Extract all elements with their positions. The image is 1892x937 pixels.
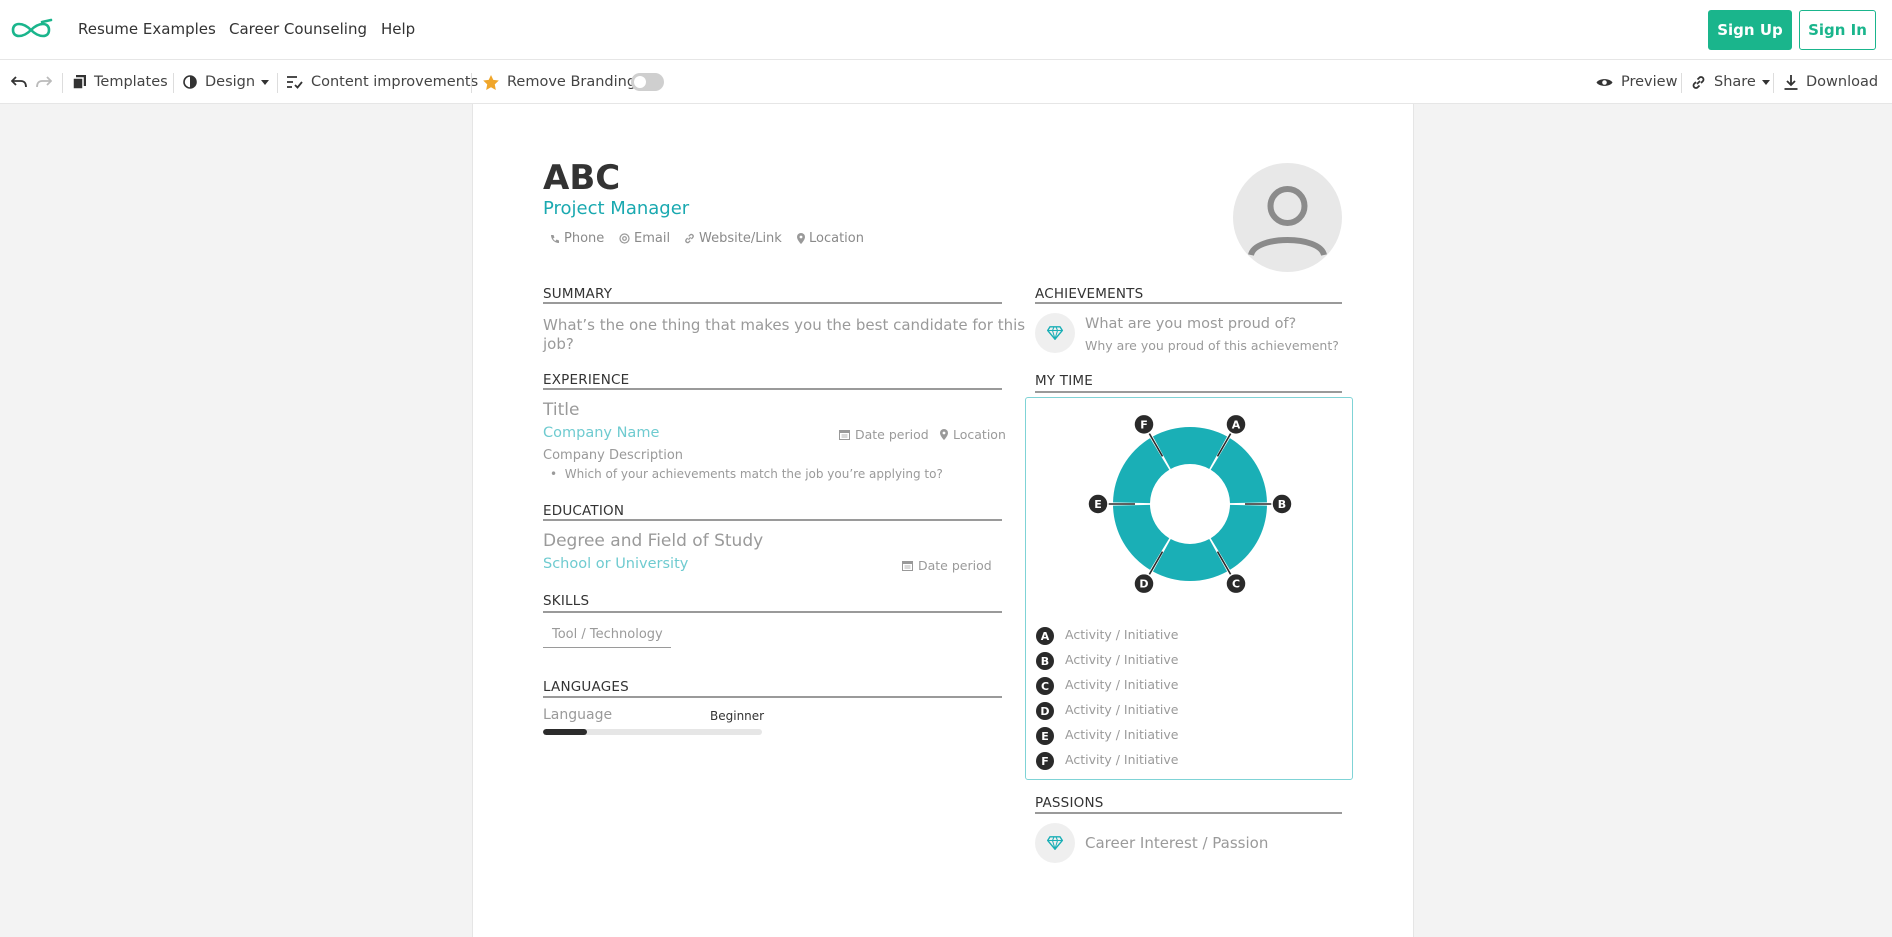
sign-in-button[interactable]: Sign In (1799, 10, 1876, 50)
achievement-question[interactable]: What are you most proud of? (1085, 316, 1296, 332)
eye-icon (1596, 78, 1613, 86)
remove-branding-option: Remove Branding (483, 60, 636, 104)
experience-date[interactable]: Date period (839, 427, 929, 442)
nav-help[interactable]: Help (381, 20, 415, 38)
donut-marker-label-a: A (1232, 418, 1241, 431)
donut-marker-label-b: B (1278, 498, 1286, 511)
star-icon (483, 74, 499, 90)
passions-heading: PASSIONS (1035, 795, 1104, 811)
contact-email[interactable]: Email (619, 231, 670, 246)
education-degree[interactable]: Degree and Field of Study (543, 531, 763, 551)
education-school[interactable]: School or University (543, 556, 688, 572)
preview-label: Preview (1621, 74, 1678, 90)
profile-photo-avatar[interactable] (1233, 163, 1342, 272)
legend-label-b[interactable]: Activity / Initiative (1065, 652, 1178, 667)
legend-badge-c: C (1036, 677, 1054, 695)
templates-label: Templates (94, 74, 168, 90)
summary-text-line-1[interactable]: What’s the one thing that makes you the … (543, 316, 1025, 334)
language-level[interactable]: Beginner (710, 709, 764, 723)
map-pin-icon (940, 429, 948, 440)
languages-heading: LANGUAGES (543, 679, 629, 695)
experience-heading: EXPERIENCE (543, 372, 630, 388)
nav-career-counseling[interactable]: Career Counseling (229, 20, 367, 38)
summary-heading: SUMMARY (543, 286, 613, 302)
achievements-heading: ACHIEVEMENTS (1035, 286, 1144, 302)
language-level-bar[interactable] (543, 729, 762, 735)
experience-company[interactable]: Company Name (543, 425, 659, 441)
legend-label-d[interactable]: Activity / Initiative (1065, 702, 1178, 717)
experience-description[interactable]: Company Description (543, 448, 683, 463)
caret-down-icon (1761, 79, 1770, 85)
language-name[interactable]: Language (543, 707, 612, 723)
mytime-heading: MY TIME (1035, 373, 1093, 389)
legend-badge-b: B (1036, 652, 1054, 670)
donut-marker-label-e: E (1094, 498, 1102, 511)
contact-location[interactable]: Location (797, 231, 864, 246)
achievement-sub[interactable]: Why are you proud of this achievement? (1085, 338, 1339, 353)
experience-location[interactable]: Location (940, 427, 1006, 442)
at-icon (619, 233, 630, 244)
donut-marker-label-f: F (1140, 418, 1148, 431)
donut-marker-label-d: D (1139, 578, 1148, 591)
legend-badge-d: D (1036, 702, 1054, 720)
skills-heading: SKILLS (543, 593, 590, 609)
legend-badge-e: E (1036, 727, 1054, 745)
checklist-icon (287, 76, 303, 89)
legend-label-c[interactable]: Activity / Initiative (1065, 677, 1178, 692)
legend-badge-a: A (1036, 627, 1054, 645)
download-icon (1784, 74, 1798, 90)
sign-up-button[interactable]: Sign Up (1708, 10, 1792, 50)
link-icon (685, 233, 694, 244)
achievement-icon (1035, 313, 1075, 353)
caret-down-icon (261, 79, 270, 85)
resume-name[interactable]: ABC (543, 158, 620, 198)
templates-icon (73, 75, 86, 89)
top-navigation: Resume Examples Career Counseling Help S… (0, 0, 1892, 60)
remove-branding-label: Remove Branding (507, 74, 637, 90)
undo-icon[interactable] (11, 76, 27, 88)
preview-button[interactable]: Preview (1596, 60, 1677, 104)
education-date[interactable]: Date period (902, 558, 992, 573)
download-button[interactable]: Download (1784, 60, 1878, 104)
map-pin-icon (797, 233, 805, 244)
content-improvements-label: Content improvements (311, 74, 479, 90)
language-level-fill (543, 729, 587, 735)
link-icon (1692, 75, 1705, 89)
legend-label-f[interactable]: Activity / Initiative (1065, 752, 1178, 767)
phone-icon (551, 234, 559, 243)
passion-icon (1035, 823, 1075, 863)
templates-button[interactable]: Templates (73, 60, 168, 104)
experience-title[interactable]: Title (543, 400, 579, 420)
calendar-icon (902, 561, 913, 571)
mytime-donut-chart[interactable]: A B C D E F (1085, 412, 1295, 596)
legend-label-a[interactable]: Activity / Initiative (1065, 627, 1178, 642)
legend-label-e[interactable]: Activity / Initiative (1065, 727, 1178, 742)
education-heading: EDUCATION (543, 503, 625, 519)
design-label: Design (205, 74, 256, 90)
share-dropdown[interactable]: Share (1691, 60, 1770, 104)
skill-item[interactable]: Tool / Technology (543, 625, 671, 648)
contrast-icon (183, 75, 197, 89)
download-label: Download (1806, 74, 1879, 90)
resume-job-title[interactable]: Project Manager (543, 198, 689, 219)
calendar-icon (839, 430, 850, 440)
passion-item[interactable]: Career Interest / Passion (1085, 834, 1268, 852)
summary-text-line-2[interactable]: job? (543, 335, 574, 353)
share-label: Share (1714, 74, 1756, 90)
redo-icon[interactable] (36, 76, 52, 88)
experience-bullet[interactable]: • Which of your achievements match the j… (550, 467, 943, 481)
donut-marker-label-c: C (1232, 578, 1240, 591)
contact-website[interactable]: Website/Link (684, 231, 782, 246)
remove-branding-toggle[interactable] (631, 73, 664, 91)
diamond-icon (1047, 326, 1063, 340)
legend-badge-f: F (1036, 752, 1054, 770)
infinity-logo-icon[interactable] (9, 18, 53, 42)
user-icon (1248, 186, 1327, 257)
design-dropdown[interactable]: Design (183, 60, 270, 104)
nav-resume-examples[interactable]: Resume Examples (78, 20, 216, 38)
content-improvements-button[interactable]: Content improvements (287, 60, 478, 104)
contact-phone[interactable]: Phone (550, 231, 604, 246)
diamond-icon (1047, 836, 1063, 850)
editor-toolbar: Templates Design Content improvements Re… (0, 60, 1892, 104)
